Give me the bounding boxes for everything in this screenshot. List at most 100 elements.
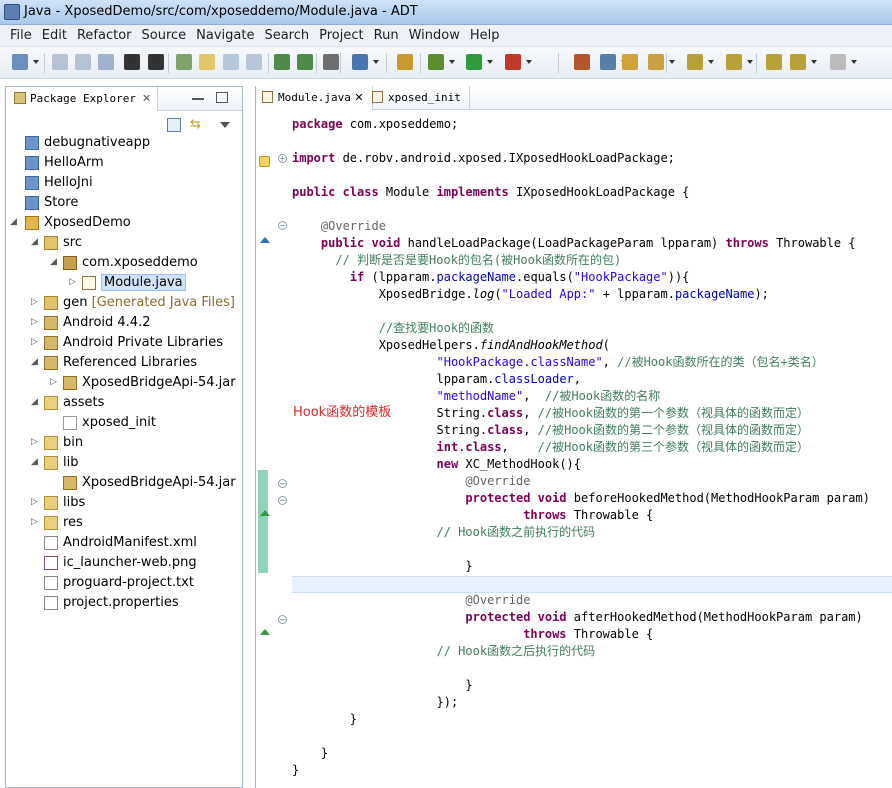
tab-package-explorer[interactable]: Package Explorer ✕: [6, 87, 159, 111]
menu-project[interactable]: Project: [319, 25, 363, 43]
collapse-arrow-icon[interactable]: ▷: [31, 517, 38, 527]
collapse-arrow-icon[interactable]: ▷: [31, 337, 38, 347]
tree-item[interactable]: AndroidManifest.xml: [6, 533, 242, 553]
new-java-project-icon[interactable]: [574, 54, 590, 70]
menu-navigate[interactable]: Navigate: [196, 25, 254, 43]
dropdown-arrow-icon[interactable]: [33, 60, 39, 64]
save-all-icon[interactable]: [75, 54, 91, 70]
collapse-arrow-icon[interactable]: ▷: [69, 277, 76, 287]
menu-search[interactable]: Search: [264, 25, 309, 43]
dropdown-arrow-icon[interactable]: [747, 60, 753, 64]
collapse-fold-icon[interactable]: −: [278, 496, 287, 505]
search-icon[interactable]: [648, 54, 664, 70]
minimize-icon[interactable]: [192, 92, 204, 100]
menu-file[interactable]: File: [10, 25, 32, 43]
dropdown-arrow-icon[interactable]: [851, 60, 857, 64]
override-marker-icon[interactable]: [260, 629, 270, 635]
tree-item[interactable]: ◢ assets: [6, 393, 242, 413]
tree-item[interactable]: project.properties: [6, 593, 242, 613]
tree-item[interactable]: HelloJni: [6, 173, 242, 193]
new-android-project-icon[interactable]: [397, 54, 413, 70]
collapse-fold-icon[interactable]: −: [278, 479, 287, 488]
tree-item[interactable]: ic_launcher-web.png: [6, 553, 242, 573]
tree-item[interactable]: ▷ bin: [6, 433, 242, 453]
checkbox-icon[interactable]: [352, 54, 368, 70]
expand-arrow-icon[interactable]: ◢: [10, 217, 17, 227]
tree-item[interactable]: xposed_init: [6, 413, 242, 433]
tree-item[interactable]: ◢ src: [6, 233, 242, 253]
tree-item[interactable]: ◢ lib: [6, 453, 242, 473]
tree-item[interactable]: ▷ Module.java: [6, 273, 242, 293]
override-marker-icon[interactable]: [260, 510, 270, 516]
maximize-icon[interactable]: [216, 92, 228, 103]
import-icon[interactable]: [148, 54, 164, 70]
close-icon[interactable]: ✕: [142, 92, 151, 105]
forward-icon[interactable]: [830, 54, 846, 70]
expand-arrow-icon[interactable]: ◢: [31, 357, 38, 367]
dropdown-arrow-icon[interactable]: [811, 60, 817, 64]
editor-tab[interactable]: xposed_init: [366, 86, 470, 110]
block-select-icon[interactable]: [246, 54, 262, 70]
menu-refactor[interactable]: Refactor: [77, 25, 132, 43]
new-package-icon[interactable]: [600, 54, 616, 70]
save-icon[interactable]: [52, 54, 68, 70]
toggle-mark-icon[interactable]: [199, 54, 215, 70]
dropdown-arrow-icon[interactable]: [708, 60, 714, 64]
collapse-arrow-icon[interactable]: ▷: [50, 377, 57, 387]
link-with-editor-icon[interactable]: ⇆: [190, 118, 206, 132]
warning-icon[interactable]: [259, 156, 270, 167]
collapse-arrow-icon[interactable]: ▷: [31, 497, 38, 507]
tree-item[interactable]: ◢ Referenced Libraries: [6, 353, 242, 373]
tree-item[interactable]: ◢ com.xposeddemo: [6, 253, 242, 273]
code-editor[interactable]: package com.xposeddemo; import de.robv.an…: [292, 110, 892, 788]
expand-arrow-icon[interactable]: ◢: [31, 237, 38, 247]
expand-arrow-icon[interactable]: ◢: [31, 457, 38, 467]
override-marker-icon[interactable]: [260, 237, 270, 243]
menu-window[interactable]: Window: [409, 25, 460, 43]
tree-item[interactable]: ▷ Android Private Libraries: [6, 333, 242, 353]
tree-item[interactable]: debugnativeapp: [6, 133, 242, 153]
dropdown-arrow-icon[interactable]: [669, 60, 675, 64]
back-icon[interactable]: [790, 54, 806, 70]
expand-arrow-icon[interactable]: ◢: [31, 397, 38, 407]
expand-fold-icon[interactable]: +: [278, 154, 287, 163]
tree-item[interactable]: ▷ libs: [6, 493, 242, 513]
tree-item[interactable]: ▷ Android 4.4.2: [6, 313, 242, 333]
new-icon[interactable]: [12, 54, 28, 70]
collapse-arrow-icon[interactable]: ▷: [31, 317, 38, 327]
prev-annotation-icon[interactable]: [726, 54, 742, 70]
open-task-icon[interactable]: [622, 54, 638, 70]
tree-item[interactable]: XposedBridgeApi-54.jar: [6, 473, 242, 493]
tree-item[interactable]: ▷ gen [Generated Java Files]: [6, 293, 242, 313]
close-icon[interactable]: ✕: [351, 91, 363, 104]
next-annotation-icon[interactable]: [687, 54, 703, 70]
external-tools-icon[interactable]: [505, 54, 521, 70]
collapse-arrow-icon[interactable]: ▷: [31, 297, 38, 307]
export-icon[interactable]: [124, 54, 140, 70]
dropdown-arrow-icon[interactable]: [526, 60, 532, 64]
tree-item[interactable]: ▷ XposedBridgeApi-54.jar: [6, 373, 242, 393]
tree-item[interactable]: ◢ XposedDemo: [6, 213, 242, 233]
debug-icon[interactable]: [428, 54, 444, 70]
print-icon[interactable]: [98, 54, 114, 70]
tree-item[interactable]: HelloArm: [6, 153, 242, 173]
dropdown-arrow-icon[interactable]: [449, 60, 455, 64]
menu-run[interactable]: Run: [374, 25, 399, 43]
show-whitespace-icon[interactable]: [223, 54, 239, 70]
collapse-all-icon[interactable]: [167, 118, 181, 132]
expand-arrow-icon[interactable]: ◢: [50, 257, 57, 267]
menu-help[interactable]: Help: [470, 25, 500, 43]
dropdown-arrow-icon[interactable]: [373, 60, 379, 64]
tree-item[interactable]: proguard-project.txt: [6, 573, 242, 593]
editor-tab[interactable]: Module.java ✕: [256, 86, 373, 110]
menu-edit[interactable]: Edit: [42, 25, 67, 43]
collapse-fold-icon[interactable]: −: [278, 221, 287, 230]
tree-item[interactable]: ▷ res: [6, 513, 242, 533]
run-icon[interactable]: [466, 54, 482, 70]
avd-manager-icon[interactable]: [297, 54, 313, 70]
tree-item[interactable]: Store: [6, 193, 242, 213]
android-sdk-icon[interactable]: [274, 54, 290, 70]
collapse-fold-icon[interactable]: −: [278, 615, 287, 624]
collapse-arrow-icon[interactable]: ▷: [31, 437, 38, 447]
dropdown-arrow-icon[interactable]: [487, 60, 493, 64]
